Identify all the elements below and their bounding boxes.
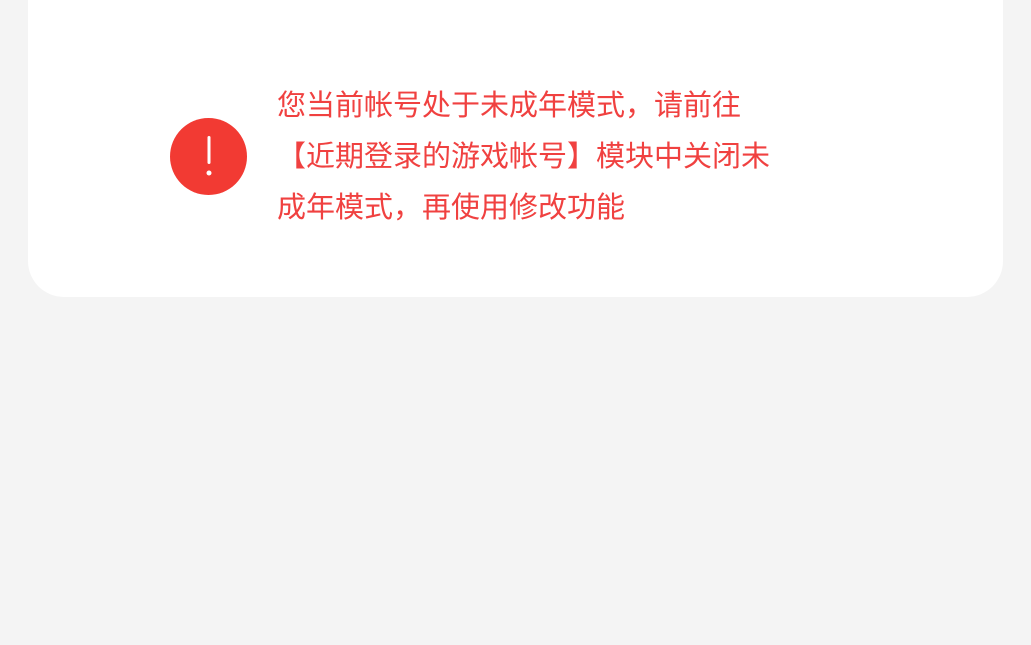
exclamation-icon — [170, 118, 247, 195]
page: 您当前帐号处于未成年模式，请前往 【近期登录的游戏帐号】模块中关闭未 成年模式，… — [0, 0, 1031, 645]
minor-mode-notice: 您当前帐号处于未成年模式，请前往 【近期登录的游戏帐号】模块中关闭未 成年模式，… — [170, 80, 857, 233]
notice-line-1: 您当前帐号处于未成年模式，请前往 — [277, 88, 742, 122]
notice-line-2: 【近期登录的游戏帐号】模块中关闭未 — [277, 139, 771, 173]
notice-message: 您当前帐号处于未成年模式，请前往 【近期登录的游戏帐号】模块中关闭未 成年模式，… — [277, 80, 857, 233]
notice-line-3: 成年模式，再使用修改功能 — [277, 190, 626, 224]
